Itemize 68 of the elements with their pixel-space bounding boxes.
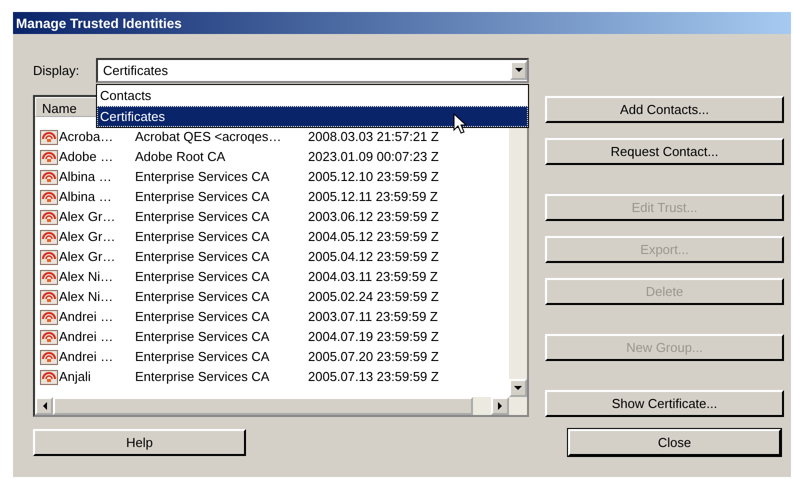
certificate-icon <box>40 310 58 324</box>
table-cell: 2004.05.12 23:59:59 Z <box>308 229 439 244</box>
dropdown-option[interactable]: Certificates <box>97 106 528 127</box>
certificate-icon <box>40 170 58 184</box>
caret-icon <box>498 402 502 410</box>
display-dropdown[interactable]: Certificates <box>96 58 529 83</box>
certificate-icon <box>40 150 58 164</box>
certificate-icon <box>40 250 58 264</box>
caret-icon <box>514 68 522 73</box>
table-cell-text: Albina … <box>59 188 112 206</box>
certificate-icon <box>40 270 58 284</box>
close-button[interactable]: Close <box>568 429 781 456</box>
table-cell: Enterprise Services CA <box>135 309 270 324</box>
table-cell: 2005.07.20 23:59:59 Z <box>308 349 439 364</box>
certificate-icon <box>40 330 58 344</box>
table-cell: 2003.06.12 23:59:59 Z <box>308 209 439 224</box>
table-cell: Enterprise Services CA <box>135 369 270 384</box>
dialog-button[interactable]: Add Contacts... <box>545 96 784 123</box>
table-cell: 2005.12.11 23:59:59 Z <box>308 189 438 204</box>
table-cell: 2005.02.24 23:59:59 Z <box>308 289 439 304</box>
table-cell: 2008.03.03 21:57:21 Z <box>308 129 439 144</box>
table-cell-text: Albina … <box>59 168 112 186</box>
dialog-button[interactable]: Request Contact... <box>545 138 784 165</box>
table-cell-text: Anjali <box>59 368 91 386</box>
table-cell-text: Alex Ni… <box>59 288 114 306</box>
table-cell-text: Andrei … <box>59 328 114 346</box>
table-cell: 2003.07.11 23:59:59 Z <box>308 309 438 324</box>
table-cell: Enterprise Services CA <box>135 269 270 284</box>
table-cell-text: Alex Gr… <box>59 228 116 246</box>
dropdown-arrow-button[interactable] <box>510 61 527 80</box>
table-cell: Enterprise Services CA <box>135 229 270 244</box>
table-cell: Enterprise Services CA <box>135 189 270 204</box>
table-cell-text: Andrei … <box>59 308 114 326</box>
table-cell-text: Adobe … <box>59 148 114 166</box>
table-cell: Enterprise Services CA <box>135 329 270 344</box>
certificate-icon <box>40 290 58 304</box>
table-cell-text: Alex Gr… <box>59 248 116 266</box>
table-cell: Adobe Root CA <box>135 149 226 164</box>
table-cell: 2004.03.11 23:59:59 Z <box>308 269 438 284</box>
table-cell: Acrobat QES <acroqes… <box>135 129 282 144</box>
table-cell: 2005.04.12 23:59:59 Z <box>308 249 439 264</box>
selected-value: Certificates <box>103 62 168 80</box>
table-cell-text: Andrei … <box>59 348 114 366</box>
table-cell: Enterprise Services CA <box>135 169 270 184</box>
table-cell: Enterprise Services CA <box>135 349 270 364</box>
table-cell: Enterprise Services CA <box>135 209 270 224</box>
certificate-icon <box>40 350 58 364</box>
certificate-icon <box>40 370 58 384</box>
help-button[interactable]: Help <box>33 429 246 456</box>
table-cell: Enterprise Services CA <box>135 249 270 264</box>
table-cell-text: Alex Ni… <box>59 268 114 286</box>
table-cell-text: Acroba… <box>59 128 114 146</box>
table-cell-text: Alex Gr… <box>59 208 116 226</box>
certificate-icon <box>40 190 58 204</box>
dialog-button[interactable]: Show Certificate... <box>545 390 784 417</box>
certificate-icon <box>40 230 58 244</box>
caret-icon <box>42 402 46 410</box>
table-cell: Enterprise Services CA <box>135 289 270 304</box>
table-cell: 2005.12.10 23:59:59 Z <box>308 169 439 184</box>
certificate-icon <box>40 130 58 144</box>
horizontal-scrollbar[interactable] <box>35 397 527 415</box>
display-label: Display: <box>33 62 80 80</box>
window-title: Manage Trusted Identities <box>13 12 791 34</box>
table-cell: 2004.07.19 23:59:59 Z <box>308 329 439 344</box>
table-cell: 2023.01.09 00:07:23 Z <box>308 149 439 164</box>
table-cell: 2005.07.13 23:59:59 Z <box>308 369 439 384</box>
caret-icon <box>514 386 522 390</box>
certificate-icon <box>40 210 58 224</box>
